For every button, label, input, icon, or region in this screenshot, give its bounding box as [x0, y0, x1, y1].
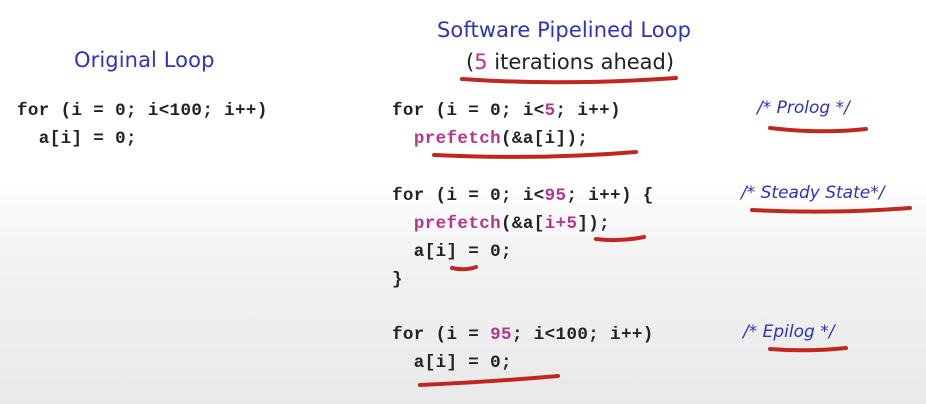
prolog-comment: /* Prolog */	[757, 98, 850, 118]
prolog-bound: 5	[544, 101, 556, 121]
steady-line-2-args-close: ]);	[577, 214, 611, 234]
epilog-line-1: for (i = 95; i<100; i++)	[392, 324, 654, 346]
prefetch-keyword: prefetch	[413, 129, 502, 149]
steady-bound: 95	[544, 186, 567, 206]
epilog-line-2: a[i] = 0;	[392, 353, 512, 373]
epilog-line-1-start: for (i =	[392, 325, 491, 345]
epilog-line-1-end: ; i<100; i++)	[511, 325, 654, 345]
prolog-line-1-start: for (i = 0; i<	[392, 101, 545, 121]
pipelined-loop-subtitle: (5 iterations ahead)	[466, 50, 674, 74]
underline-epilog-comment	[768, 346, 848, 353]
prolog-line-1: for (i = 0; i<5; i++)	[392, 100, 621, 122]
epilog-comment: /* Epilog */	[743, 322, 835, 342]
underline-epilog-body	[418, 374, 560, 387]
underline-prefetch-prolog	[432, 150, 638, 159]
prolog-line-2: prefetch(&a[i]);	[392, 128, 588, 150]
underline-steady-index	[450, 265, 478, 272]
original-loop-line-2: a[i] = 0;	[17, 129, 137, 149]
original-loop-title: Original Loop	[74, 48, 215, 72]
steady-line-3: a[i] = 0;	[392, 242, 512, 262]
prefetch-offset: i+5	[544, 214, 578, 234]
prolog-line-1-end: ; i++)	[555, 101, 621, 121]
steady-line-1-start: for (i = 0; i<	[392, 186, 545, 206]
steady-line-1-end: ; i++) {	[566, 186, 654, 206]
steady-line-2-args-open: (&a[	[501, 214, 545, 234]
underline-subtitle	[460, 76, 678, 85]
subtitle-text: iterations ahead)	[487, 50, 675, 74]
steady-comment: /* Steady State*/	[741, 183, 885, 203]
steady-line-4: }	[392, 270, 403, 290]
subtitle-paren: (	[466, 50, 475, 74]
prefetch-keyword: prefetch	[413, 214, 502, 234]
prolog-line-2-args: (&a[i]);	[501, 129, 589, 149]
steady-line-1: for (i = 0; i<95; i++) {	[392, 185, 654, 207]
underline-prefetch-offset	[594, 235, 646, 243]
pipelined-loop-title: Software Pipelined Loop	[437, 18, 692, 42]
epilog-start-value: 95	[490, 325, 512, 345]
subtitle-iterations-count: 5	[474, 50, 488, 74]
underline-prolog-comment	[768, 126, 868, 134]
steady-line-2: prefetch(&a[i+5]);	[392, 213, 610, 235]
original-loop-line-1: for (i = 0; i<100; i++)	[17, 101, 268, 121]
underline-steady-comment	[750, 206, 912, 214]
